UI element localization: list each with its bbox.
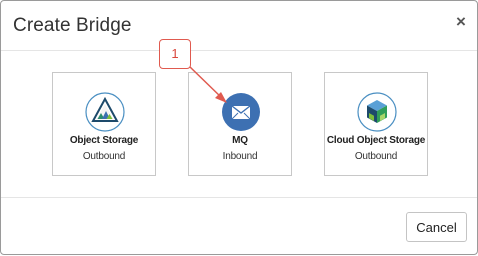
- cloud-object-storage-outbound-card[interactable]: Cloud Object Storage Outbound: [324, 72, 428, 176]
- card-direction: Outbound: [82, 151, 126, 162]
- object-storage-outbound-card[interactable]: Object Storage Outbound: [52, 72, 156, 176]
- cancel-button[interactable]: Cancel: [406, 212, 467, 242]
- card-name: MQ: [232, 135, 248, 146]
- footer-divider: [1, 197, 477, 198]
- cloud-object-storage-icon: [356, 91, 398, 133]
- mq-inbound-card[interactable]: MQ Inbound: [188, 72, 292, 176]
- header-divider: [1, 50, 477, 51]
- object-storage-icon: [84, 91, 126, 133]
- card-name: Cloud Object Storage: [326, 135, 426, 146]
- card-direction: Inbound: [222, 151, 258, 162]
- dialog-title: Create Bridge: [13, 15, 132, 36]
- callout-badge: 1: [159, 39, 191, 69]
- create-bridge-dialog: Create Bridge × Object Storage Outbound: [0, 0, 478, 255]
- card-name: Object Storage: [69, 135, 139, 146]
- card-direction: Outbound: [354, 151, 398, 162]
- dialog-header: Create Bridge ×: [1, 1, 477, 51]
- mq-envelope-icon: [220, 91, 262, 133]
- close-icon[interactable]: ×: [453, 13, 469, 31]
